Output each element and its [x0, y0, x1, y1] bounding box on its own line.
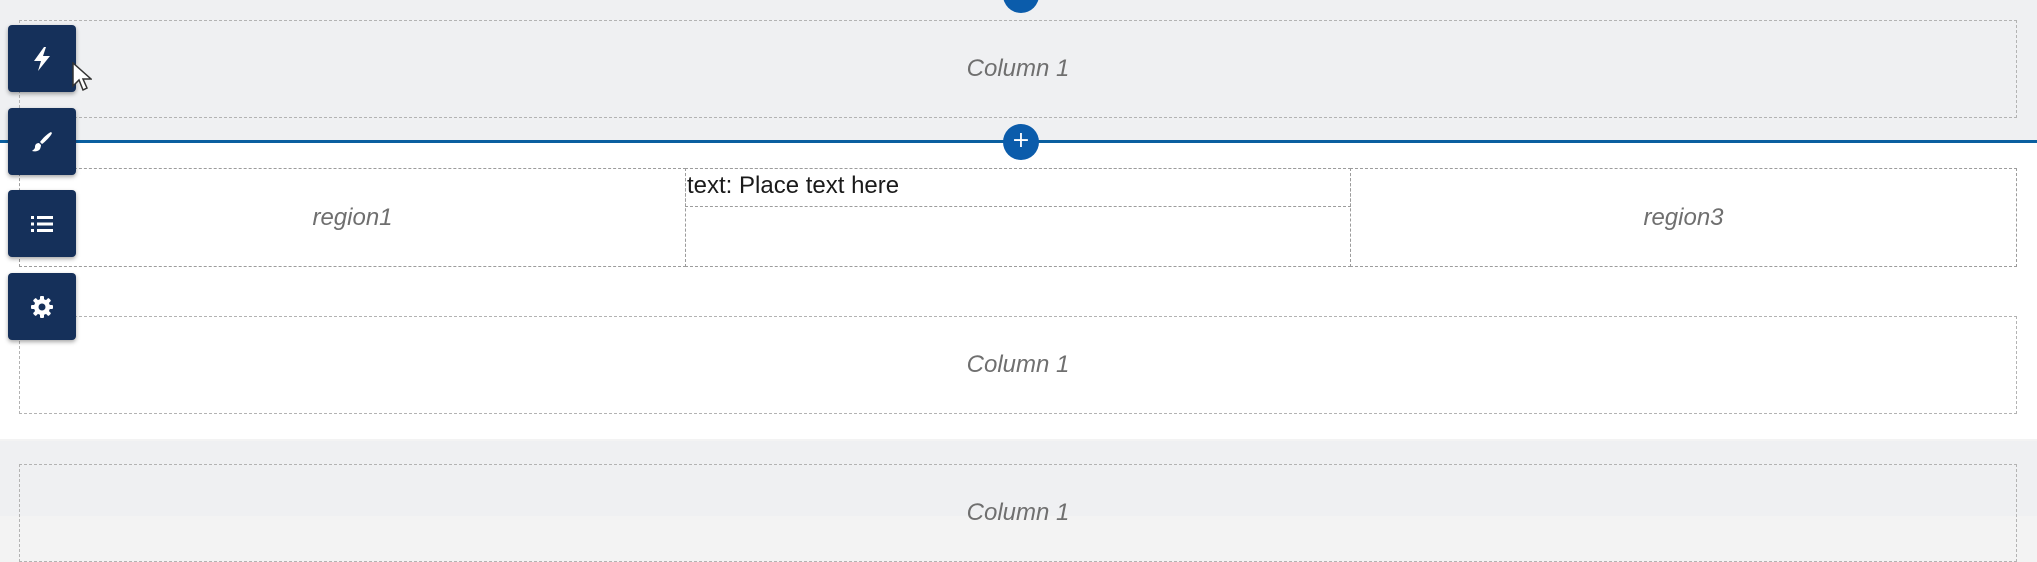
column-dropzone[interactable]: Column 1	[19, 316, 2017, 414]
text-component-content: text: Place text here	[687, 172, 900, 199]
region-label: region3	[1643, 203, 1724, 231]
section-4: Column 1	[0, 441, 2037, 562]
plus-icon: +	[1012, 0, 1030, 6]
column-dropzone[interactable]: Column 1	[19, 464, 2017, 562]
region-2[interactable]: text: Place text here	[685, 168, 1351, 267]
column-label: Column 1	[966, 499, 1070, 526]
theme-button[interactable]	[8, 108, 76, 175]
region-label: region1	[312, 203, 393, 231]
brush-icon	[32, 131, 52, 151]
section-1: Column 1	[0, 0, 2037, 141]
add-section-button[interactable]: +	[1003, 124, 1039, 160]
column-label: Column 1	[966, 55, 1070, 82]
region-1[interactable]: region1	[19, 168, 686, 267]
list-icon	[31, 215, 53, 232]
plus-icon: +	[1011, 128, 1031, 153]
components-button[interactable]	[8, 25, 76, 92]
mouse-cursor-icon	[72, 62, 92, 92]
page-structure-button[interactable]	[8, 190, 76, 257]
section-2: region1 text: Place text here region3 Co…	[0, 143, 2037, 439]
gear-icon	[31, 295, 53, 318]
settings-button[interactable]	[8, 273, 76, 340]
column-dropzone[interactable]: Column 1	[19, 20, 2017, 118]
region-3[interactable]: region3	[1350, 168, 2017, 267]
text-component[interactable]: text: Place text here	[685, 168, 1351, 207]
lightning-icon	[34, 46, 50, 71]
column-label: Column 1	[966, 351, 1070, 378]
